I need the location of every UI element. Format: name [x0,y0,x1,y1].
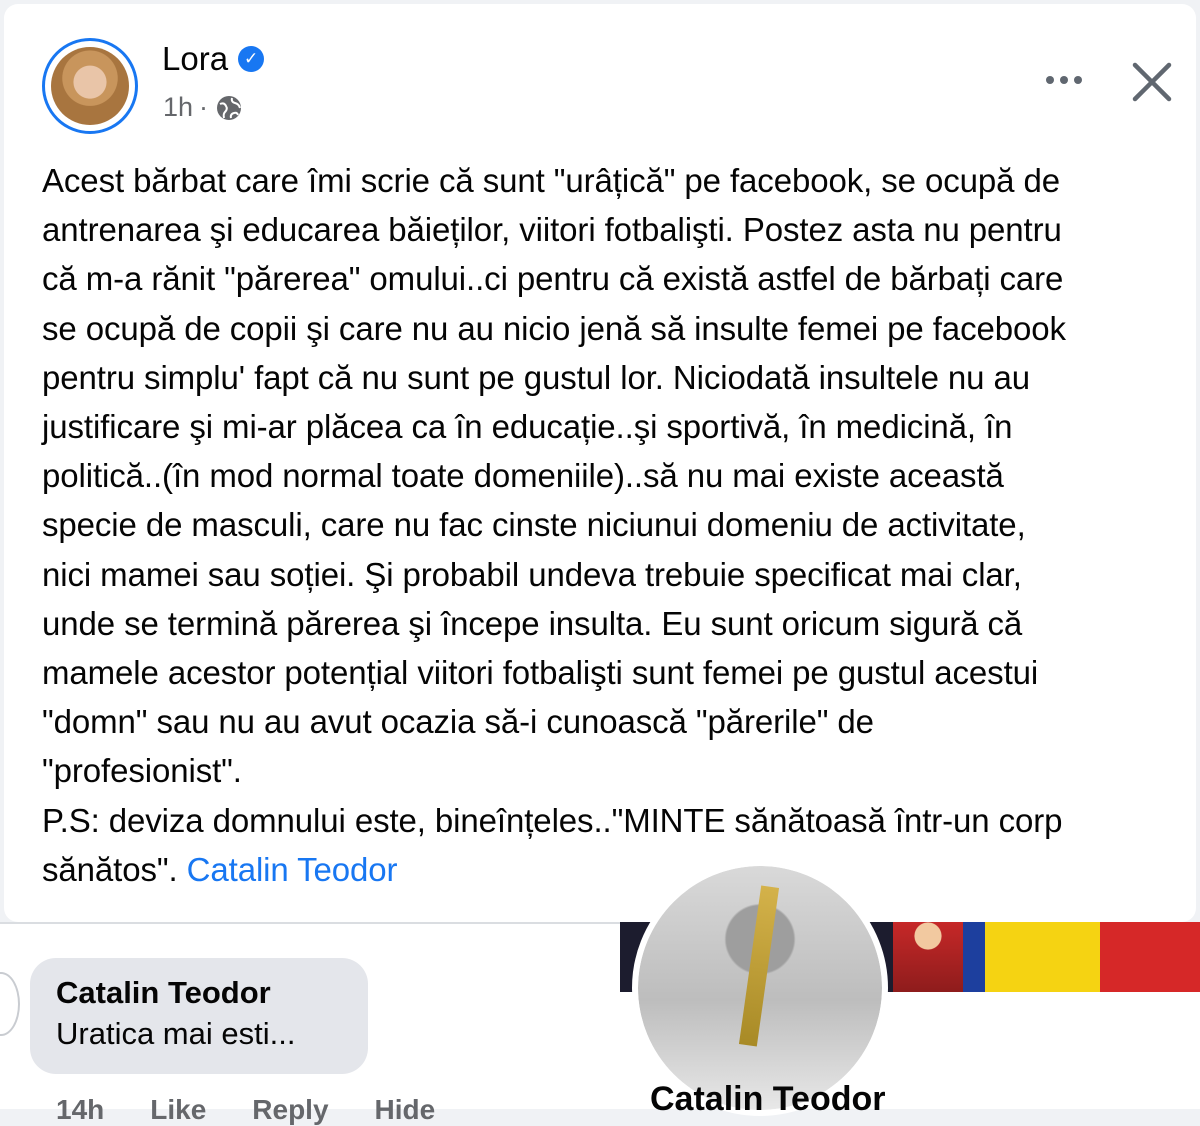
globe-icon[interactable] [214,93,244,123]
post-body: Acest bărbat care îmi scrie că sunt "urâ… [42,156,1192,894]
close-icon[interactable] [1126,56,1178,108]
comment-like: Like [150,1094,207,1125]
comment-time: 14h [56,1094,105,1125]
comment-hide: Hide [374,1094,436,1125]
mention-link[interactable]: Catalin Teodor [187,851,398,888]
cover-player-image [893,922,963,992]
more-options-icon[interactable] [1036,60,1092,100]
comment-text: Uratica mai esti... [56,1016,296,1051]
comment-bubble: Catalin Teodor Uratica mai esti... [30,958,368,1074]
author-avatar[interactable] [42,38,138,134]
more-dot [1060,76,1068,84]
flag-stripe-yellow [985,922,1100,992]
post-time[interactable]: 1h [163,92,193,123]
profile-name: Catalin Teodor [650,1080,886,1118]
post-meta: 1h · [163,92,244,123]
more-dot [1074,76,1082,84]
comment-actions: 14h Like Reply Hide [56,1094,435,1126]
comment-reply: Reply [252,1094,329,1125]
post-body-text: Acest bărbat care îmi scrie că sunt "urâ… [42,162,1066,888]
more-dot [1046,76,1054,84]
author-name[interactable]: Lora [162,40,228,78]
comment-author: Catalin Teodor [56,975,271,1010]
verified-badge-icon: ✓ [238,46,265,72]
meta-separator: · [199,92,209,122]
avatar-photo [51,47,129,125]
flag-stripe-red [1100,922,1200,992]
profile-photo [632,860,888,1116]
post-author[interactable]: Lora ✓ [162,40,265,78]
